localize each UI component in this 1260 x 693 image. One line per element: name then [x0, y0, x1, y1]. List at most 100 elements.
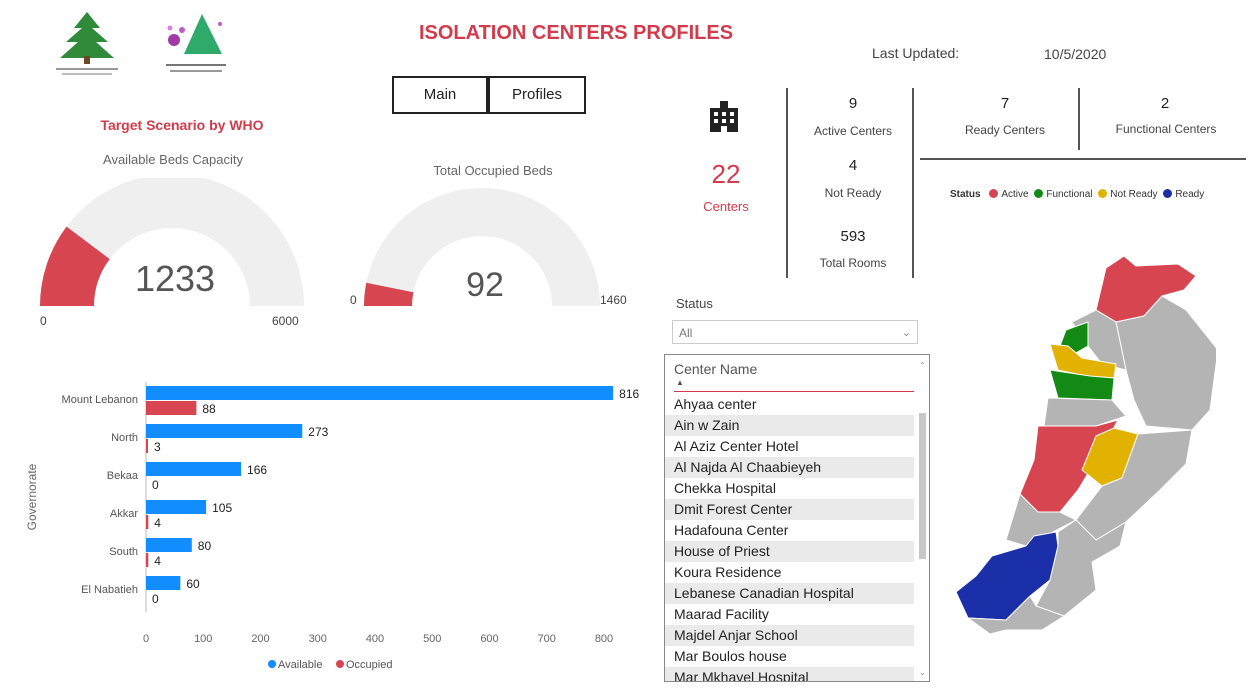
list-item[interactable]: Dmit Forest Center — [665, 499, 914, 520]
legend-label[interactable]: Occupied — [346, 659, 392, 671]
available-bar[interactable] — [146, 462, 242, 476]
list-item[interactable]: Hadafouna Center — [665, 520, 914, 541]
scrollbar[interactable]: ⌃ ⌄ — [919, 361, 926, 677]
status-legend: Status Active Functional Not Ready Ready — [950, 189, 1204, 200]
status-filter-label: Status — [676, 296, 713, 311]
occupied-bar[interactable] — [146, 439, 148, 453]
x-tick-label: 700 — [538, 633, 556, 645]
functional-dot-icon — [1034, 189, 1044, 198]
occupied-bar[interactable] — [146, 553, 149, 567]
governorate-bar-chart: Mount Lebanon 816 88 North 273 3 Bekaa 166 0 Akka… — [62, 382, 640, 671]
chevron-down-icon: ⌄ — [901, 327, 911, 339]
kpi-divider — [786, 88, 788, 278]
available-bar[interactable] — [146, 386, 614, 400]
ready-centers-value: 7 — [1000, 95, 1010, 112]
total-rooms-value: 593 — [840, 228, 866, 245]
centers-count: 22 — [711, 159, 741, 189]
last-updated-value: 10/5/2020 — [1044, 46, 1107, 62]
list-item[interactable]: Mar Boulos house — [665, 646, 914, 667]
data-label: 105 — [212, 501, 232, 515]
ready-centers-label: Ready Centers — [964, 123, 1046, 137]
data-label: 60 — [186, 577, 200, 591]
category-label: El Nabatieh — [81, 584, 138, 596]
data-label: 3 — [154, 440, 161, 454]
list-item[interactable]: Al Aziz Center Hotel — [665, 436, 914, 457]
list-item[interactable]: Chekka Hospital — [665, 478, 914, 499]
x-tick-label: 600 — [480, 633, 498, 645]
available-bar[interactable] — [146, 576, 181, 590]
available-bar[interactable] — [146, 424, 303, 438]
scrollbar-thumb[interactable] — [919, 413, 926, 559]
occupied-bar[interactable] — [146, 515, 149, 529]
occupied-legend-icon — [336, 660, 344, 668]
available-gauge-value: 1233 — [134, 258, 216, 299]
occupied-bar[interactable] — [146, 401, 197, 415]
kpi-divider — [920, 158, 1246, 160]
page-title: ISOLATION CENTERS PROFILES — [418, 22, 734, 44]
category-label: Akkar — [110, 508, 138, 520]
profiles-button[interactable]: Profiles — [488, 76, 586, 114]
x-tick-label: 400 — [366, 633, 384, 645]
available-bar[interactable] — [146, 500, 207, 514]
data-label: 0 — [152, 592, 159, 606]
available-gauge-title: Available Beds Capacity — [103, 152, 243, 167]
centers-label: Centers — [703, 199, 749, 214]
occupied-gauge-min: 0 — [350, 293, 357, 307]
not-ready-label: Not Ready — [824, 186, 882, 200]
center-list[interactable]: Center Name ▲ Ahyaa center Ain w Zain Al A… — [664, 354, 930, 682]
category-label: Bekaa — [107, 470, 139, 482]
legend-item-not-ready[interactable]: Not Ready — [1095, 189, 1158, 200]
functional-centers-value: 2 — [1160, 95, 1170, 112]
list-item[interactable]: Maarad Facility — [665, 604, 914, 625]
list-item[interactable]: Mar Mkhayel Hospital — [665, 667, 914, 681]
legend-item-functional[interactable]: Functional — [1031, 189, 1093, 200]
x-tick-label: 100 — [194, 633, 212, 645]
lebanon-map[interactable] — [946, 250, 1216, 656]
status-legend-title: Status — [950, 189, 981, 200]
scroll-up-icon[interactable]: ⌃ — [919, 361, 926, 370]
occupied-gauge-title: Total Occupied Beds — [433, 163, 553, 178]
active-dot-icon — [989, 189, 999, 198]
x-tick-label: 0 — [143, 633, 149, 645]
category-label: Mount Lebanon — [62, 394, 138, 406]
cedar-logo — [52, 10, 122, 80]
available-gauge-min: 0 — [40, 314, 47, 328]
data-label: 166 — [247, 463, 267, 477]
legend-item-active[interactable]: Active — [983, 189, 1029, 200]
list-item[interactable]: Koura Residence — [665, 562, 914, 583]
list-item[interactable]: Majdel Anjar School — [665, 625, 914, 646]
status-dropdown[interactable]: All ⌄ — [672, 320, 918, 344]
center-list-header[interactable]: Center Name ▲ — [674, 361, 914, 392]
occupied-gauge-max: 1460 — [600, 293, 627, 307]
active-centers-value: 9 — [848, 95, 858, 112]
x-tick-label: 300 — [309, 633, 327, 645]
legend-label[interactable]: Available — [278, 659, 322, 671]
occupied-gauge-value: 92 — [466, 266, 504, 304]
available-legend-icon — [268, 660, 276, 668]
list-item[interactable]: Al Najda Al Chaabieyeh — [665, 457, 914, 478]
available-bar[interactable] — [146, 538, 192, 552]
list-item[interactable]: Ain w Zain — [665, 415, 914, 436]
scroll-down-icon[interactable]: ⌄ — [919, 668, 926, 677]
center-list-rows: Ahyaa center Ain w Zain Al Aziz Center Hot… — [665, 394, 929, 681]
status-dropdown-value: All — [679, 326, 693, 340]
data-label: 816 — [619, 387, 639, 401]
not-ready-value: 4 — [848, 157, 858, 174]
list-item[interactable]: Lebanese Canadian Hospital — [665, 583, 914, 604]
list-item[interactable]: House of Priest — [665, 541, 914, 562]
not-ready-dot-icon — [1098, 189, 1108, 198]
active-centers-label: Active Centers — [813, 124, 893, 138]
ready-dot-icon — [1163, 189, 1173, 198]
x-tick-label: 800 — [595, 633, 613, 645]
data-label: 4 — [154, 516, 161, 530]
list-item[interactable]: Ahyaa center — [665, 394, 914, 415]
legend-item-ready[interactable]: Ready — [1160, 189, 1204, 200]
available-gauge-max: 6000 — [272, 314, 299, 328]
last-updated-label: Last Updated: — [872, 45, 960, 61]
scenario-title: Target Scenario by WHO — [100, 117, 264, 133]
x-tick-label: 200 — [251, 633, 269, 645]
kpi-divider — [1078, 88, 1080, 150]
main-button[interactable]: Main — [392, 76, 488, 114]
data-label: 273 — [308, 425, 328, 439]
building-icon — [706, 98, 742, 139]
